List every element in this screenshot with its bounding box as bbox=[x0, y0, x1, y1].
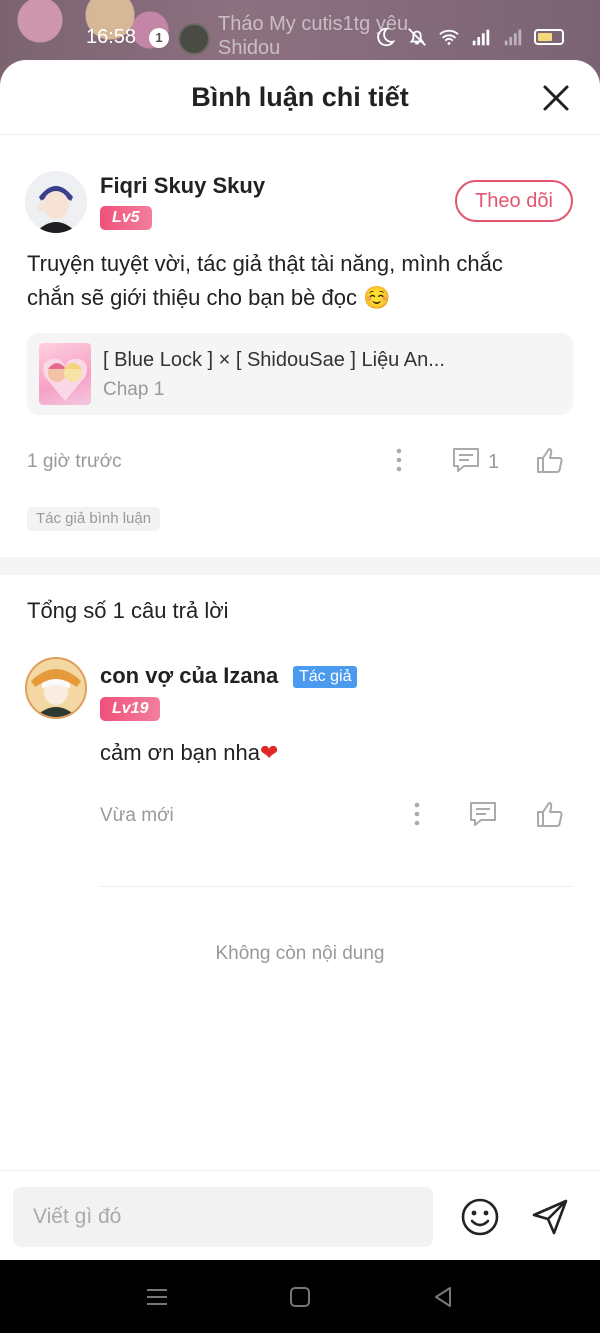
like-icon[interactable] bbox=[535, 799, 565, 829]
page-title: Bình luận chi tiết bbox=[191, 82, 409, 112]
home-icon[interactable] bbox=[287, 1284, 313, 1310]
do-not-disturb-icon bbox=[377, 27, 396, 47]
heart-emoji-icon: ❤ bbox=[259, 740, 279, 765]
close-icon[interactable] bbox=[542, 84, 570, 112]
story-card[interactable]: [ Blue Lock ] × [ ShidouSae ] Liệu An...… bbox=[27, 333, 573, 415]
comment-username[interactable]: Fiqri Skuy Skuy bbox=[100, 173, 265, 199]
status-bar: 16:58 1 Tháo My cutis1tg yêu Shidou bbox=[0, 13, 600, 59]
wifi-icon bbox=[439, 29, 459, 45]
replies-summary: Tổng số 1 câu trả lời bbox=[27, 598, 229, 623]
signal-icon bbox=[472, 29, 490, 46]
more-options-icon[interactable] bbox=[402, 799, 432, 829]
reply-avatar-image bbox=[27, 659, 85, 717]
author-commented-tag: Tác giả bình luận bbox=[27, 507, 161, 531]
reply-text: cảm ơn bạn nha❤ bbox=[100, 740, 278, 766]
battery-icon bbox=[534, 29, 564, 45]
sheet-header: Bình luận chi tiết bbox=[0, 60, 600, 135]
level-badge: Lv5 bbox=[100, 206, 152, 230]
avatar[interactable] bbox=[25, 657, 87, 719]
status-time: 16:58 bbox=[86, 26, 137, 48]
reply-icon[interactable] bbox=[451, 445, 481, 475]
status-icons bbox=[374, 26, 564, 48]
section-divider bbox=[0, 557, 600, 575]
end-of-content-text: Không còn nội dung bbox=[215, 943, 385, 964]
like-icon[interactable] bbox=[535, 445, 565, 475]
back-icon[interactable] bbox=[430, 1284, 456, 1310]
user-avatar-image bbox=[25, 171, 87, 233]
avatar[interactable] bbox=[25, 171, 87, 233]
reply-text-content: cảm ơn bạn nha bbox=[100, 740, 260, 765]
story-cover-image bbox=[39, 343, 91, 405]
divider bbox=[100, 886, 573, 887]
notification-avatar bbox=[178, 23, 210, 55]
bell-off-icon bbox=[408, 28, 426, 46]
more-options-icon[interactable] bbox=[384, 445, 414, 475]
signal-2-icon bbox=[504, 29, 522, 46]
reply-username[interactable]: con vợ của Izana bbox=[100, 663, 278, 689]
story-title: [ Blue Lock ] × [ ShidouSae ] Liệu An... bbox=[103, 349, 445, 371]
level-badge: Lv19 bbox=[100, 697, 161, 721]
notification-count-badge: 1 bbox=[149, 28, 169, 48]
menu-icon[interactable] bbox=[144, 1284, 170, 1310]
author-tag: Tác giả bbox=[293, 666, 358, 688]
reply-time: Vừa mới bbox=[100, 805, 174, 826]
comment-text: Truyện tuyệt vời, tác giả thật tài năng,… bbox=[27, 251, 503, 310]
follow-button[interactable]: Theo dõi bbox=[455, 180, 573, 222]
story-chapter: Chap 1 bbox=[103, 379, 165, 400]
comment-input[interactable] bbox=[13, 1187, 433, 1247]
reply-icon[interactable] bbox=[468, 799, 498, 829]
comment-input-bar bbox=[0, 1170, 600, 1260]
comment-time: 1 giờ trước bbox=[27, 451, 122, 472]
reply-count: 1 bbox=[488, 451, 500, 473]
system-nav-bar bbox=[0, 1260, 600, 1333]
main-comment: Fiqri Skuy Skuy Lv5 Theo dõi Truyện tuyệ… bbox=[0, 135, 600, 557]
send-icon[interactable] bbox=[530, 1197, 570, 1237]
comment-detail-sheet: Bình luận chi tiết Fiqri Skuy Skuy Lv5 T… bbox=[0, 60, 600, 1260]
emoji-icon[interactable] bbox=[460, 1197, 500, 1237]
